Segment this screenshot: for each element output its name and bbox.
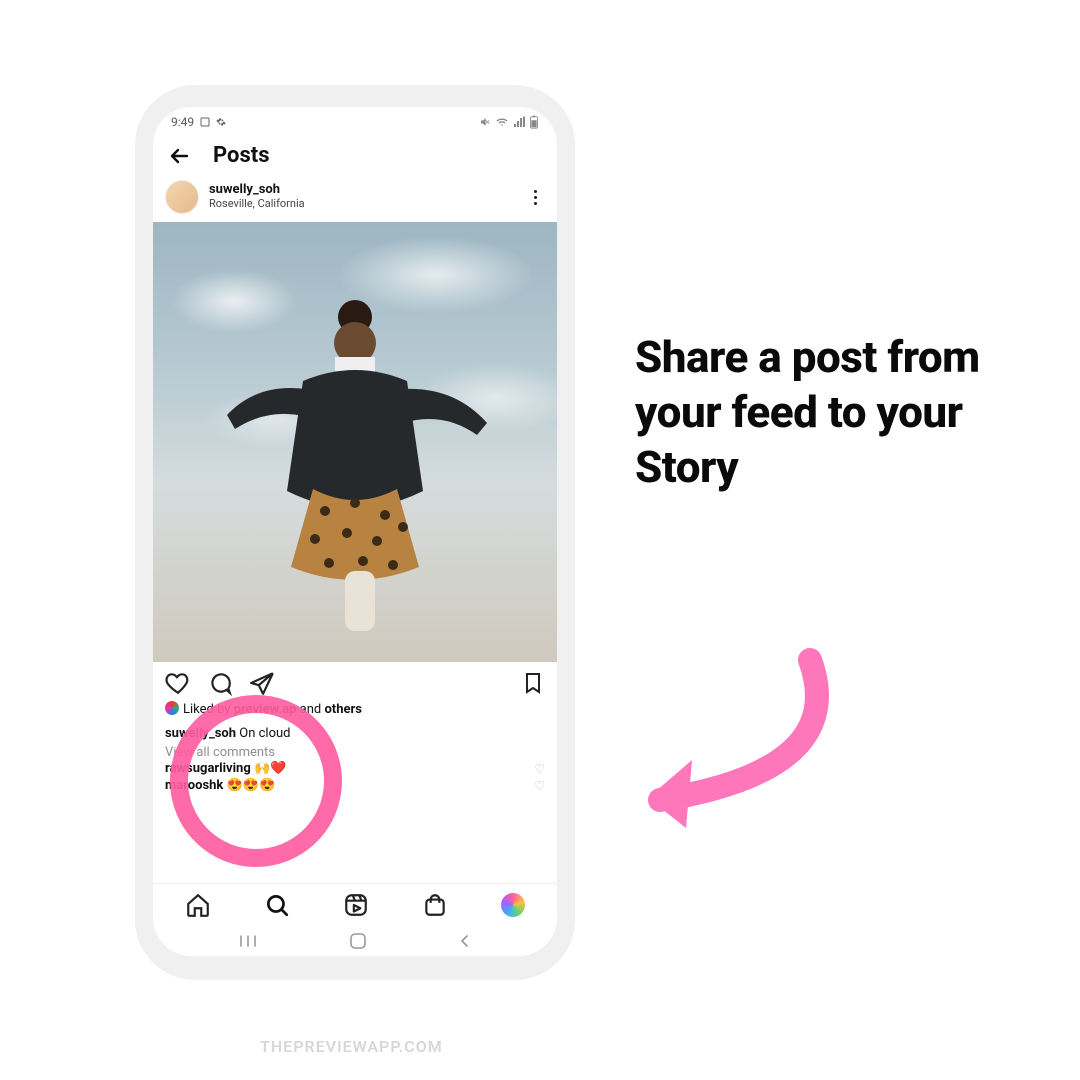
comment-like-icon[interactable]: ♡ — [534, 762, 545, 776]
more-options-icon[interactable] — [525, 190, 545, 205]
post-figure — [205, 271, 505, 631]
comment-user[interactable]: marooshk — [165, 778, 223, 793]
back-arrow-icon[interactable] — [167, 144, 191, 168]
liked-by-user: preview.ap — [234, 702, 297, 717]
comment-text: 🙌❤️ — [251, 761, 287, 776]
caption-user[interactable]: suwelly_soh — [165, 726, 236, 741]
back-system-icon[interactable] — [458, 934, 472, 948]
status-time: 9:49 — [171, 115, 194, 129]
bottom-nav — [153, 883, 557, 922]
status-icon — [200, 117, 210, 127]
reels-icon[interactable] — [343, 892, 369, 918]
phone-screen: 9:49 Posts suwelly_soh Roseville, Califo… — [153, 107, 557, 956]
comment-like-icon[interactable]: ♡ — [534, 779, 545, 793]
caption: suwelly_soh On cloud — [153, 722, 557, 746]
mute-icon — [479, 116, 491, 128]
instruction-text: Share a post from your feed to your Stor… — [635, 330, 1035, 495]
home-system-icon[interactable] — [349, 932, 367, 950]
likes-line[interactable]: Liked by preview.ap and others — [153, 698, 557, 722]
shop-icon[interactable] — [422, 892, 448, 918]
header-title: Posts — [213, 143, 270, 168]
likers-avatar-icon — [165, 701, 179, 715]
view-all-comments[interactable]: View all comments — [153, 745, 557, 760]
profile-icon[interactable] — [501, 893, 525, 917]
liked-prefix: Liked by — [183, 702, 234, 717]
like-icon[interactable] — [165, 670, 191, 696]
comment-row: rawsugarliving 🙌❤️ ♡ — [153, 760, 557, 777]
arrow-icon — [600, 640, 860, 840]
liked-mid: and — [296, 702, 324, 717]
bookmark-icon[interactable] — [521, 671, 545, 695]
phone-frame: 9:49 Posts suwelly_soh Roseville, Califo… — [135, 85, 575, 980]
share-icon[interactable] — [249, 670, 275, 696]
liked-others: others — [324, 702, 361, 717]
post-image[interactable] — [153, 222, 557, 662]
comment-icon[interactable] — [207, 670, 233, 696]
comment-user[interactable]: rawsugarliving — [165, 761, 251, 776]
avatar[interactable] — [165, 180, 199, 214]
watermark: THEPREVIEWAPP.COM — [260, 1037, 443, 1056]
comment-row: marooshk 😍😍😍 ♡ — [153, 777, 557, 794]
wifi-icon — [495, 116, 509, 128]
post-location[interactable]: Roseville, California — [209, 198, 515, 211]
post-action-row — [153, 662, 557, 698]
app-header: Posts — [153, 133, 557, 178]
caption-text: On cloud — [236, 726, 290, 741]
post-header: suwelly_soh Roseville, California — [153, 178, 557, 222]
settings-icon — [216, 117, 226, 127]
post-username[interactable]: suwelly_soh — [209, 183, 515, 198]
status-bar: 9:49 — [153, 107, 557, 133]
search-icon[interactable] — [264, 892, 290, 918]
recent-apps-icon[interactable] — [238, 934, 258, 948]
comment-text: 😍😍😍 — [223, 778, 275, 793]
android-system-nav — [153, 922, 557, 956]
home-icon[interactable] — [185, 892, 211, 918]
battery-icon — [529, 115, 539, 129]
signal-icon — [513, 116, 525, 128]
